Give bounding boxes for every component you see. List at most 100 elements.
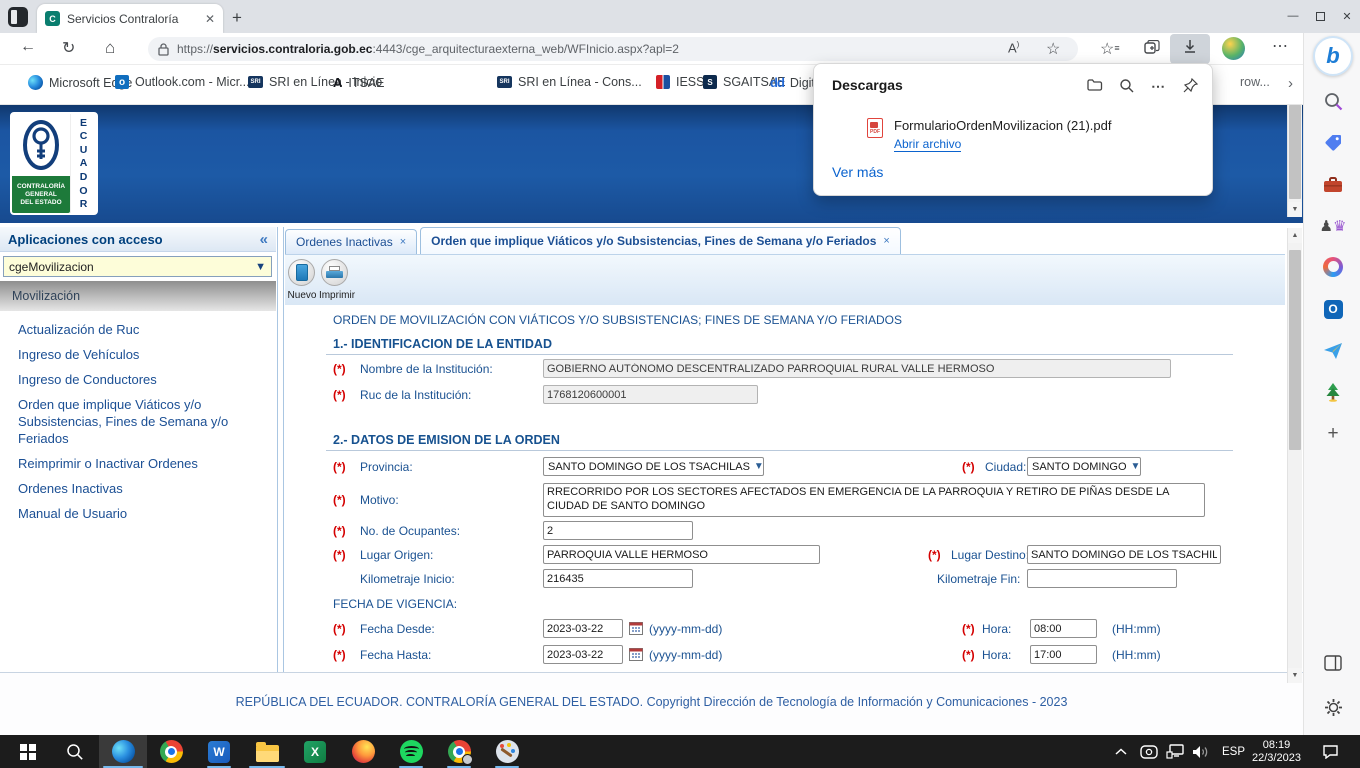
tray-chevron-icon[interactable] bbox=[1114, 735, 1128, 768]
collections-icon[interactable] bbox=[1144, 40, 1160, 60]
scrollbar-thumb[interactable] bbox=[1289, 250, 1301, 450]
nombre-input[interactable] bbox=[543, 359, 1171, 378]
content-scrollbar[interactable]: ▲ ▼ bbox=[1287, 228, 1302, 683]
sidebar-panel-icon[interactable] bbox=[1321, 651, 1345, 675]
tab-orden-viaticos[interactable]: Orden que implique Viáticos y/o Subsiste… bbox=[420, 227, 901, 254]
scrollbar-thumb[interactable] bbox=[1289, 105, 1301, 199]
sidebar-item-reimprimir-inactivar[interactable]: Reimprimir o Inactivar Ordenes bbox=[0, 453, 276, 474]
tray-volume-icon[interactable] bbox=[1192, 735, 1209, 768]
search-downloads-icon[interactable] bbox=[1119, 78, 1134, 96]
read-aloud-icon[interactable]: A) bbox=[1008, 40, 1019, 55]
sidebar-item-actualizacion-ruc[interactable]: Actualización de Ruc bbox=[0, 319, 276, 340]
taskbar-firefox-icon[interactable] bbox=[339, 735, 387, 768]
window-maximize-button[interactable] bbox=[1307, 4, 1333, 28]
fecha-hasta-input[interactable] bbox=[543, 645, 623, 664]
tray-network-icon[interactable] bbox=[1166, 735, 1184, 768]
scroll-up-icon[interactable]: ▲ bbox=[1288, 228, 1302, 243]
browser-tab[interactable]: C Servicios Contraloría ✕ bbox=[37, 4, 223, 33]
bookmark-item[interactable]: ddDigit bbox=[770, 75, 815, 90]
sidebar-item-ordenes-inactivas[interactable]: Ordenes Inactivas bbox=[0, 478, 276, 499]
sidebar-collapse-icon[interactable]: « bbox=[260, 231, 268, 248]
taskbar-chrome-profile-icon[interactable] bbox=[435, 735, 483, 768]
new-tab-button[interactable]: + bbox=[232, 8, 242, 28]
destino-input[interactable] bbox=[1027, 545, 1221, 564]
taskbar-paint-icon[interactable] bbox=[483, 735, 531, 768]
home-icon[interactable]: ⌂ bbox=[105, 38, 115, 58]
scroll-down-icon[interactable]: ▼ bbox=[1288, 668, 1302, 683]
see-more-link[interactable]: Ver más bbox=[832, 164, 883, 180]
print-button[interactable] bbox=[321, 259, 348, 286]
pin-icon[interactable] bbox=[1183, 78, 1198, 96]
tray-clock[interactable]: 08:1922/3/2023 bbox=[1252, 735, 1301, 768]
taskbar-search-button[interactable] bbox=[51, 735, 99, 768]
bookmark-item[interactable]: oOutlook.com - Micr... bbox=[115, 75, 250, 89]
calendar-icon[interactable] bbox=[629, 647, 643, 661]
hora-desde-input[interactable] bbox=[1030, 619, 1097, 638]
taskbar-word-icon[interactable]: W bbox=[195, 735, 243, 768]
calendar-icon[interactable] bbox=[629, 621, 643, 635]
header-scrollbar[interactable]: ▼ bbox=[1287, 105, 1302, 217]
refresh-icon[interactable]: ↻ bbox=[62, 38, 75, 58]
tree-icon[interactable] bbox=[1321, 380, 1345, 404]
window-close-button[interactable]: ✕ bbox=[1334, 4, 1360, 28]
motivo-label: Motivo: bbox=[360, 493, 399, 507]
window-minimize-button[interactable]: — bbox=[1280, 4, 1306, 28]
sidebar-item-ingreso-vehiculos[interactable]: Ingreso de Vehículos bbox=[0, 344, 276, 365]
scroll-down-icon[interactable]: ▼ bbox=[1288, 202, 1302, 217]
open-downloads-folder-icon[interactable] bbox=[1087, 78, 1103, 95]
bookmark-item[interactable]: IESS bbox=[656, 75, 705, 89]
ciudad-select[interactable]: SANTO DOMINGO▼ bbox=[1027, 457, 1141, 476]
ruc-input[interactable] bbox=[543, 385, 758, 404]
microsoft365-icon[interactable] bbox=[1321, 255, 1345, 279]
downloads-more-options-icon[interactable]: ⋯ bbox=[1151, 78, 1165, 95]
origen-input[interactable] bbox=[543, 545, 820, 564]
tray-meet-icon[interactable] bbox=[1140, 735, 1158, 768]
taskbar-spotify-icon[interactable] bbox=[387, 735, 435, 768]
open-file-link[interactable]: Abrir archivo bbox=[894, 135, 961, 153]
download-file-name[interactable]: FormularioOrdenMovilizacion (21).pdf bbox=[894, 118, 1111, 133]
tab-actions-icon[interactable] bbox=[8, 7, 28, 27]
bing-chat-icon[interactable]: b bbox=[1313, 36, 1353, 76]
sidebar-item-orden-viaticos[interactable]: Orden que implique Viáticos y/o Subsiste… bbox=[0, 394, 276, 449]
motivo-textarea[interactable]: RRECORRIDO POR LOS SECTORES AFECTADOS EN… bbox=[543, 483, 1205, 517]
sidebar-settings-icon[interactable] bbox=[1321, 695, 1345, 719]
back-icon[interactable]: ← bbox=[20, 38, 36, 56]
taskbar-chrome-icon[interactable] bbox=[147, 735, 195, 768]
tab-close-icon[interactable]: × bbox=[883, 235, 889, 247]
taskbar-excel-icon[interactable]: X bbox=[291, 735, 339, 768]
sidebar-item-ingreso-conductores[interactable]: Ingreso de Conductores bbox=[0, 369, 276, 390]
sidebar-item-manual-usuario[interactable]: Manual de Usuario bbox=[0, 503, 276, 524]
taskbar-explorer-icon[interactable] bbox=[243, 735, 291, 768]
taskbar-edge-icon[interactable] bbox=[99, 735, 147, 768]
address-bar[interactable]: https://servicios.contraloria.gob.ec:444… bbox=[148, 37, 1078, 61]
start-button[interactable] bbox=[3, 735, 51, 768]
favorites-icon[interactable]: ☆≡ bbox=[1100, 39, 1120, 59]
outlook-icon[interactable]: O bbox=[1321, 297, 1345, 321]
tab-close-icon[interactable]: × bbox=[400, 236, 406, 248]
hora-hasta-input[interactable] bbox=[1030, 645, 1097, 664]
ocupantes-input[interactable] bbox=[543, 521, 693, 540]
km-inicio-input[interactable] bbox=[543, 569, 693, 588]
tools-icon[interactable] bbox=[1321, 172, 1345, 196]
tray-notification-icon[interactable] bbox=[1322, 735, 1339, 768]
add-favorite-icon[interactable]: ☆ bbox=[1046, 39, 1060, 59]
shopping-icon[interactable] bbox=[1321, 130, 1345, 154]
tray-language[interactable]: ESP bbox=[1222, 735, 1245, 768]
bookmark-item-clipped[interactable]: row... bbox=[1240, 75, 1270, 89]
sidebar-search-icon[interactable] bbox=[1321, 89, 1345, 113]
bookmark-item[interactable]: AITSAE bbox=[333, 75, 385, 90]
send-plane-icon[interactable] bbox=[1321, 339, 1345, 363]
add-sidebar-item-icon[interactable]: + bbox=[1321, 422, 1345, 446]
fecha-desde-input[interactable] bbox=[543, 619, 623, 638]
new-button[interactable] bbox=[288, 259, 315, 286]
bookmark-item[interactable]: SRISRI en Línea - Cons... bbox=[497, 75, 642, 89]
games-icon[interactable]: ♟♛ bbox=[1321, 214, 1345, 238]
tab-ordenes-inactivas[interactable]: Ordenes Inactivas × bbox=[285, 229, 417, 254]
km-fin-input[interactable] bbox=[1027, 569, 1177, 588]
provincia-select[interactable]: SANTO DOMINGO DE LOS TSACHILAS▼ bbox=[543, 457, 764, 476]
application-select[interactable]: cgeMovilizacion ▼ bbox=[3, 256, 272, 277]
bookmarks-overflow-chevron-icon[interactable]: › bbox=[1288, 75, 1293, 92]
settings-menu-icon[interactable]: ⋯ bbox=[1272, 36, 1288, 56]
profile-avatar[interactable] bbox=[1222, 37, 1245, 60]
tab-close-icon[interactable]: ✕ bbox=[205, 12, 215, 26]
